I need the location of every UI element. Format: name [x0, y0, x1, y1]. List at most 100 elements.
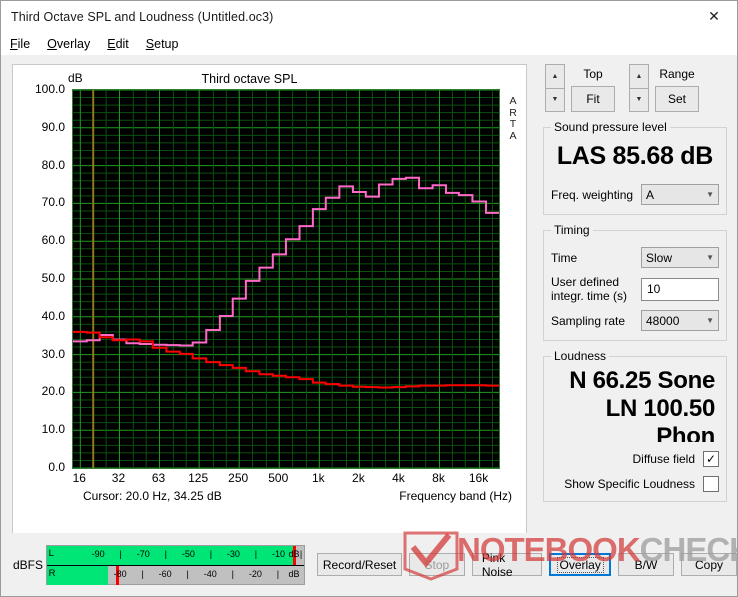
loudness-group-title: Loudness [554, 349, 607, 363]
overlay-button[interactable]: Overlay [549, 553, 612, 576]
top-up-arrow-icon[interactable]: ▲ [545, 64, 565, 88]
level-meters[interactable]: L -90 | -70 | -50 | -30 | -10 | dB R -80 | -60 | -40 | -… [45, 544, 306, 585]
diffuse-field-checkbox[interactable]: ✓ [703, 451, 719, 467]
x-tick-label: 500 [268, 471, 289, 485]
range-label-button: Range Set [655, 64, 699, 112]
menu-item-setup[interactable]: Setup [146, 37, 179, 51]
diffuse-field-row[interactable]: Diffuse field ✓ [551, 451, 719, 467]
control-panel: ▲ ▼ Top Fit ▲ ▼ Range Set Sound pressure… [537, 55, 737, 533]
freq-weighting-select[interactable]: A ▼ [641, 184, 719, 205]
spl-readout: LAS 85.68 dB [556, 142, 713, 170]
meter-tick-mark: | [209, 548, 213, 559]
spl-group-title: Sound pressure level [554, 120, 667, 134]
menu-setup-accel: S [145, 36, 155, 51]
scale-controls-row: ▲ ▼ Top Fit ▲ ▼ Range Set [539, 55, 731, 112]
range-up-arrow-icon[interactable]: ▲ [629, 64, 649, 88]
top-label: Top [583, 67, 603, 81]
meter-tick-mark: | [186, 568, 189, 579]
time-label: Time [551, 250, 578, 265]
sound-pressure-level-group: Sound pressure level LAS 85.68 dB Freq. … [543, 120, 727, 215]
x-tick-label: 2k [352, 471, 365, 485]
meter-tick-label: -60 [158, 568, 172, 579]
b-w-button[interactable]: B/W [618, 553, 675, 576]
x-tick-label: 250 [228, 471, 249, 485]
action-buttons: Record/Reset Stop Pink Noise Overlay B/W Copy [317, 551, 738, 579]
top-down-arrow-icon[interactable]: ▼ [545, 87, 565, 112]
graph-frame[interactable]: Third octave SPL dB A R T A 100.0 90.0 80.… [12, 64, 527, 551]
integration-time-value: 10 [647, 282, 661, 296]
x-axis-labels: 16 32 63 125 250 500 1k 2k 4k 8k 16k [72, 471, 502, 489]
meter-unit-label: dB [288, 548, 300, 559]
range-spinner[interactable]: ▲ ▼ [629, 64, 649, 112]
integration-time-input[interactable]: 10 [641, 277, 719, 301]
freq-weighting-row: Freq. weighting A ▼ [551, 184, 719, 205]
x-tick-label: 1k [311, 471, 325, 485]
arta-letter-a1: A [509, 95, 517, 107]
time-row: Time Slow ▼ [551, 247, 719, 268]
menu-edit-accel: E [107, 36, 116, 51]
plot-area[interactable] [72, 89, 500, 469]
close-icon[interactable]: ✕ [691, 1, 737, 32]
show-specific-loudness-label: Show Specific Loudness [564, 477, 695, 491]
range-down-arrow-icon[interactable]: ▼ [629, 87, 649, 112]
right-channel-label: R [48, 567, 56, 579]
chevron-down-icon: ▼ [706, 190, 714, 199]
set-button[interactable]: Set [655, 86, 699, 112]
application-window: Third Octave SPL and Loudness (Untitled.… [0, 0, 738, 597]
time-select[interactable]: Slow ▼ [641, 247, 719, 268]
menu-item-file[interactable]: File [10, 37, 30, 51]
menu-item-edit[interactable]: Edit [107, 37, 129, 51]
meter-unit-label: dB [288, 568, 300, 579]
x-tick-label: 16k [468, 471, 489, 485]
x-axis-title: Frequency band (Hz) [399, 489, 512, 503]
sampling-rate-select[interactable]: 48000 ▼ [641, 310, 719, 331]
stop-button: Stop [408, 553, 465, 576]
timing-group: Timing Time Slow ▼ User defined integr. … [543, 223, 727, 341]
y-axis-unit-label: dB [68, 71, 83, 85]
y-tick-label: 50.0 [41, 271, 65, 285]
menu-setup-rest: etup [154, 36, 179, 51]
top-label-button: Top Fit [571, 64, 615, 112]
meter-tick-label: -30 [226, 548, 240, 559]
y-axis-labels: 100.0 90.0 80.0 70.0 60.0 50.0 40.0 30.0 20.0 10.… [13, 82, 68, 474]
button-label: Record/Reset [322, 557, 397, 572]
x-tick-label: 63 [151, 471, 166, 485]
x-tick-label: 16 [72, 471, 86, 485]
chevron-down-icon: ▼ [706, 253, 714, 262]
y-tick-label: 10.0 [41, 422, 65, 437]
dbfs-label: dBFS [13, 557, 44, 572]
menu-file-accel: F [10, 36, 18, 51]
meter-tick-mark: | [119, 548, 122, 559]
top-spinner[interactable]: ▲ ▼ [545, 64, 565, 112]
integration-time-label: User defined integr. time (s) [551, 275, 627, 303]
record-reset-button[interactable]: Record/Reset [317, 553, 402, 576]
meter-tick-label: -50 [181, 548, 195, 559]
graph-pane: Third octave SPL dB A R T A 100.0 90.0 80.… [1, 55, 537, 551]
left-channel-meter[interactable]: L -90 | -70 | -50 | -30 | -10 | dB [46, 545, 305, 565]
freq-weighting-label: Freq. weighting [551, 187, 634, 202]
right-channel-meter[interactable]: R -80 | -60 | -40 | -20 | dB [46, 565, 305, 585]
y-tick-label: 40.0 [41, 308, 65, 323]
show-specific-loudness-row[interactable]: Show Specific Loudness [551, 476, 719, 492]
bottom-bar: dBFS L -90 | -70 | -50 | -30 | -10 | dB R -80 | -60 |… [1, 533, 738, 596]
pink-noise-button[interactable]: Pink Noise [471, 551, 543, 579]
range-label: Range [659, 67, 695, 81]
meter-tick-mark: | [276, 568, 280, 579]
x-tick-label: 8k [432, 471, 445, 485]
chart-svg [73, 90, 499, 468]
time-value: Slow [646, 250, 673, 265]
menu-item-overlay[interactable]: Overlay [47, 37, 90, 51]
x-tick-label: 32 [111, 471, 126, 485]
y-tick-label: 60.0 [41, 233, 65, 248]
copy-button[interactable]: Copy [681, 553, 738, 576]
menu-file-rest: ile [17, 36, 31, 51]
series-line-1 [73, 330, 499, 389]
meter-tick-label: -40 [203, 568, 217, 579]
sampling-rate-label: Sampling rate [551, 313, 626, 328]
title-bar: Third Octave SPL and Loudness (Untitled.… [1, 1, 737, 32]
meter-tick-mark: | [299, 548, 303, 559]
y-tick-label: 70.0 [41, 195, 65, 210]
loudness-sone-readout: N 66.25 Sone [569, 367, 715, 394]
show-specific-loudness-checkbox[interactable] [703, 476, 719, 492]
fit-button[interactable]: Fit [571, 86, 615, 112]
